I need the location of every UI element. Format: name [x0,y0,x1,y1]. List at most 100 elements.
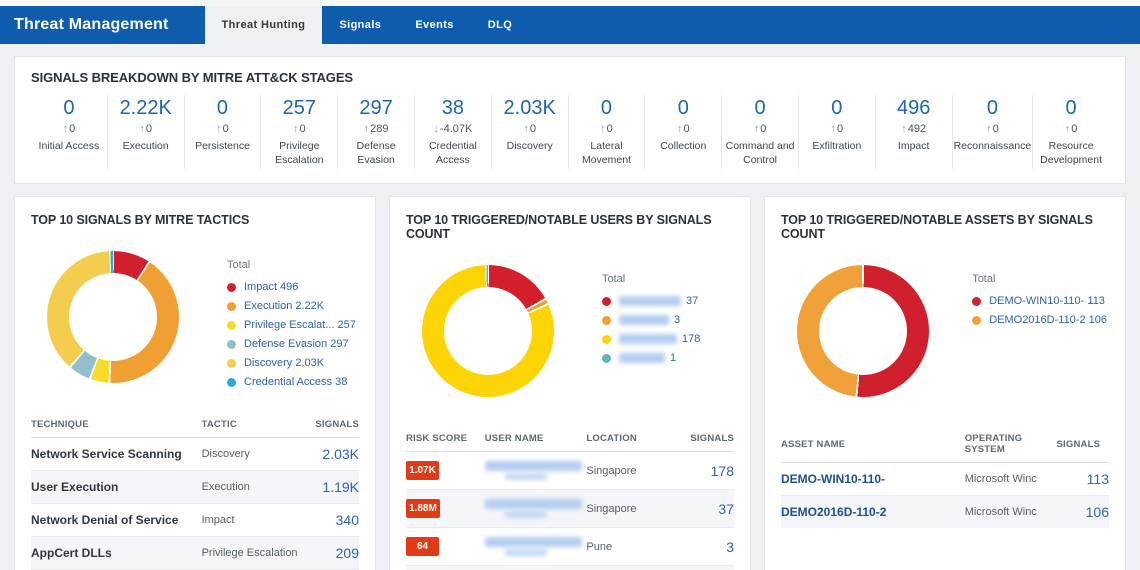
legend-label: 3 [674,314,681,327]
arrow-up-icon: ↑ [216,123,222,135]
legend-dot-icon [602,315,611,325]
stat-delta: ↑0 [292,123,306,135]
location-cell: Singapore [586,464,637,477]
legend-label: Credential Access 38 [244,376,348,389]
legend-dot-icon [602,296,611,306]
arrow-up-icon: ↑ [676,123,683,135]
col-header-user-name[interactable]: USER NAME [484,427,587,453]
legend-item[interactable]: 3 [602,314,732,326]
tactic-cell: Execution [201,470,300,504]
legend-tactics: Total Impact 496 Execution 2.22K Privilege … [227,237,359,409]
stat-delta: ↑0 [986,123,999,135]
tab-events[interactable]: Events [398,6,470,44]
stat-lateral-movement[interactable]: 0 ↑0 Lateral Movement [567,95,645,170]
stat-label: Persistence [195,140,250,152]
col-header-location[interactable]: LOCATION [586,427,675,453]
technique-cell: Network Denial of Service [31,503,202,537]
table-row[interactable]: AppCert DLLs Privilege Escalation 209 [31,536,359,570]
col-header-technique[interactable]: TECHNIQUE [31,413,202,439]
table-row[interactable]: 48 Pune1 [406,565,734,570]
stat-value: 0 [216,97,229,119]
legend-dot-icon [227,377,236,387]
table-row[interactable]: DEMO-WIN10-110- Microsoft Winc 113 [781,463,1109,496]
redacted-user-name [504,473,547,481]
stat-credential-access[interactable]: 38 ↓-4.07K Credential Access [413,95,491,170]
stat-collection[interactable]: 0 ↑0 Collection [644,95,721,170]
stat-execution[interactable]: 2.22K ↑0 Execution [106,95,184,170]
risk-score-cell: 64 [406,527,485,566]
col-header-operating-system[interactable]: OPERATING SYSTEM [964,427,1057,464]
legend-item[interactable]: Credential Access 38 [227,376,357,388]
donut-chart-tactics[interactable] [47,251,179,384]
stat-discovery[interactable]: 2.03K ↑0 Discovery [490,95,568,170]
tab-dlq[interactable]: DLQ [471,6,529,44]
stat-value: 0 [600,97,613,119]
os-cell: Microsoft Winc [964,495,1057,529]
col-header-signals[interactable]: SIGNALS [674,427,734,453]
stat-label: Credential Access [428,140,477,166]
stat-persistence[interactable]: 0 ↑0 Persistence [183,95,261,170]
stat-defense-evasion[interactable]: 297 ↑289 Defense Evasion [337,95,414,170]
legend-label: 1 [670,352,677,365]
stat-exfiltration[interactable]: 0 ↑0 Exfiltration [797,95,875,170]
stat-command-and-control[interactable]: 0 ↑0 Command and Control [721,95,798,170]
col-header-signals[interactable]: SIGNALS [1056,427,1109,464]
stat-label: Resource Development [1040,140,1103,166]
legend-label: DEMO2016D-110-2 106 [989,314,1107,327]
legend-item[interactable]: Discovery 2.03K [227,357,357,369]
col-header-tactic[interactable]: TACTIC [201,413,300,439]
stat-resource-development[interactable]: 0 ↑0 Resource Development [1032,95,1109,170]
stat-value: 0 [986,97,998,119]
panel-assets: TOP 10 TRIGGERED/NOTABLE ASSETS BY SIGNA… [764,196,1126,570]
tab-signals[interactable]: Signals [322,6,398,44]
user-name-cell [484,452,587,490]
stat-initial-access[interactable]: 0 ↑0 Initial Access [31,95,107,169]
stat-impact[interactable]: 496 ↑492 Impact [874,95,952,170]
signals-cell: 106 [1056,495,1109,529]
location-cell: Singapore [586,489,675,528]
donut-chart-users[interactable] [422,265,554,398]
legend-item[interactable]: 178 [602,333,732,345]
stat-privilege-escalation[interactable]: 257 ↑0 Privilege Escalation [260,95,337,170]
col-header-signals[interactable]: SIGNALS [299,413,359,439]
user-name-cell [484,489,587,528]
arrow-up-icon: ↑ [292,123,299,135]
tactic-cell: Privilege Escalation [201,536,300,570]
stat-delta: ↑0 [523,123,536,135]
col-header-risk-score[interactable]: RISK SCORE [406,427,485,453]
stat-value: 2.22K [119,97,172,119]
legend-item[interactable]: 37 [602,295,732,307]
stat-label: Command and Control [725,140,795,166]
stat-reconnaissance[interactable]: 0 ↑0 Reconnaissance [951,95,1033,170]
donut-chart-assets[interactable] [797,265,929,398]
legend-item[interactable]: 1 [602,352,732,364]
legend-item[interactable]: Execution 2.22K [227,300,357,312]
stat-label: Impact [897,140,930,152]
legend-item[interactable]: Impact 496 [227,281,357,293]
tab-threat-hunting[interactable]: Threat Hunting [204,6,323,44]
table-row[interactable]: User Execution Execution 1.19K [31,470,359,504]
redacted-user-name [484,461,582,472]
technique-cell: AppCert DLLs [31,536,202,570]
table-row[interactable]: 1.07K Singapore 178 [406,452,734,490]
legend-item[interactable]: Privilege Escalat... 257 [227,319,357,331]
stat-value: 2.03K [503,97,556,119]
legend-dot-icon [602,334,611,344]
table-row[interactable]: 1.88M Singapore 37 [406,489,734,528]
table-row[interactable]: DEMO2016D-110-2 Microsoft Winc 106 [781,495,1109,529]
table-row[interactable]: 64 Pune 3 [406,527,734,566]
stat-label: Discovery [506,140,553,152]
stat-label: Collection [660,140,707,152]
legend-dot-icon [227,301,236,311]
signals-cell: 178 [710,462,734,479]
legend-dot-icon [602,353,611,363]
stat-label: Privilege Escalation [275,140,324,166]
risk-score-badge: 64 [406,537,439,557]
table-row[interactable]: Network Denial of Service Impact 340 [31,503,359,537]
table-row[interactable]: Network Service Scanning Discovery 2.03K [31,438,359,471]
legend-item[interactable]: Defense Evasion 297 [227,338,357,350]
col-header-asset-name[interactable]: ASSET NAME [781,427,965,464]
signals-cell: 113 [1086,471,1109,488]
legend-item[interactable]: DEMO-WIN10-110- 113 [972,295,1107,307]
legend-item[interactable]: DEMO2016D-110-2 106 [972,314,1107,326]
